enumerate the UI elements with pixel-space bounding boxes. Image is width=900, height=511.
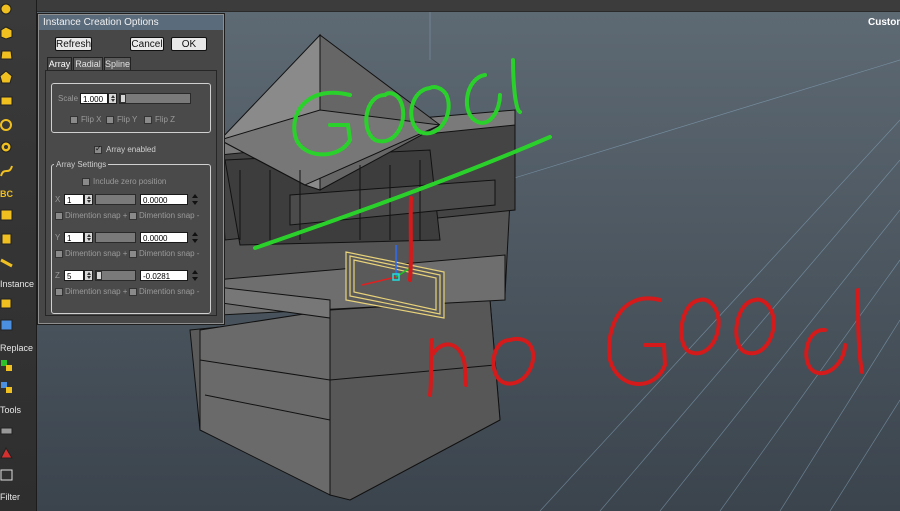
tab-array[interactable]: Array	[47, 57, 72, 70]
svg-text:BC: BC	[0, 189, 13, 199]
x-count-slider[interactable]	[95, 194, 136, 205]
scale-flip-group: Scale 1.000 Flip X Flip Y Flip Z	[51, 83, 211, 133]
shelf-section-instance: Instance	[0, 279, 35, 289]
flip-y-label: Flip Y	[117, 115, 138, 124]
layout-mode-label[interactable]: Custom	[868, 17, 900, 28]
flip-x-checkbox[interactable]	[70, 116, 78, 124]
x-count-input[interactable]: 1	[64, 194, 84, 205]
scale-slider[interactable]	[119, 93, 191, 104]
gear-icon[interactable]	[0, 140, 13, 154]
z-axis-label: Z	[55, 271, 60, 280]
cube-icon[interactable]	[0, 26, 13, 40]
flip-z-checkbox[interactable]	[144, 116, 152, 124]
z-offset-spinner[interactable]	[192, 270, 199, 281]
x-snap-minus-label: Dimention snap -	[139, 211, 200, 220]
y-count-input[interactable]: 1	[64, 232, 84, 243]
z-count-input[interactable]: 5	[64, 270, 84, 281]
z-count-slider-thumb[interactable]	[96, 271, 102, 280]
flip-y-checkbox[interactable]	[106, 116, 114, 124]
instance-array-icon[interactable]	[0, 318, 13, 332]
z-offset-input[interactable]: -0.0281	[140, 270, 188, 281]
scale-slider-thumb[interactable]	[120, 94, 126, 103]
include-zero-label: Include zero position	[93, 177, 167, 186]
plane-icon[interactable]	[0, 118, 13, 132]
torus-icon[interactable]	[0, 94, 13, 108]
y-count-slider[interactable]	[95, 232, 136, 243]
shelf-section-tools: Tools	[0, 405, 22, 415]
scale-input[interactable]: 1.000	[80, 93, 108, 104]
x-snap-plus-checkbox[interactable]	[55, 212, 63, 220]
replace-all-icon[interactable]	[0, 380, 13, 394]
scale-spinner[interactable]	[108, 93, 117, 104]
cone-icon[interactable]	[0, 70, 13, 84]
y-count-spinner[interactable]	[84, 232, 93, 243]
array-enabled-label: Array enabled	[106, 145, 156, 154]
cancel-button[interactable]: Cancel	[130, 37, 164, 51]
x-offset-spinner[interactable]	[192, 194, 199, 205]
cylinder-icon[interactable]	[0, 48, 13, 62]
z-snap-minus-checkbox[interactable]	[129, 288, 137, 296]
tool-icon[interactable]	[0, 422, 13, 436]
text-icon[interactable]: BC	[0, 186, 13, 200]
flip-x-label: Flip X	[81, 115, 102, 124]
array-settings-title: Array Settings	[54, 160, 109, 169]
z-count-slider[interactable]	[95, 270, 136, 281]
z-snap-minus-label: Dimention snap -	[139, 287, 200, 296]
y-snap-plus-checkbox[interactable]	[55, 250, 63, 258]
shelf-section-replace: Replace	[0, 343, 34, 353]
box-icon[interactable]	[0, 208, 13, 222]
tab-radial[interactable]: Radial	[73, 57, 103, 70]
sphere-icon[interactable]	[0, 2, 13, 16]
scale-label: Scale	[58, 94, 79, 103]
array-enabled-checkbox[interactable]	[94, 144, 102, 154]
x-axis-label: X	[55, 195, 61, 204]
y-snap-plus-label: Dimention snap +	[65, 249, 128, 258]
array-tab-panel: Scale 1.000 Flip X Flip Y Flip Z Array e…	[45, 70, 217, 316]
snake-icon[interactable]	[0, 256, 13, 270]
y-offset-spinner[interactable]	[192, 232, 199, 243]
y-snap-minus-checkbox[interactable]	[129, 250, 137, 258]
viewport-top-toolbar	[36, 0, 900, 12]
y-axis-label: Y	[55, 233, 61, 242]
replace-icon[interactable]	[0, 358, 13, 372]
instance-icon[interactable]	[0, 296, 13, 310]
instance-creation-options-dialog: Instance Creation Options Refresh Cancel…	[38, 14, 224, 324]
helix-icon[interactable]	[0, 232, 13, 246]
y-offset-input[interactable]: 0.0000	[140, 232, 188, 243]
ok-button[interactable]: OK	[171, 37, 207, 51]
z-count-spinner[interactable]	[84, 270, 93, 281]
x-snap-minus-checkbox[interactable]	[129, 212, 137, 220]
curve-icon[interactable]	[0, 164, 13, 178]
z-snap-plus-checkbox[interactable]	[55, 288, 63, 296]
flip-z-label: Flip Z	[155, 115, 175, 124]
left-tool-shelf: BC Instance Replace Tools Filter	[0, 0, 37, 511]
refresh-button[interactable]: Refresh	[55, 37, 92, 51]
swap-icon[interactable]	[0, 468, 13, 482]
array-settings-group: Array Settings Include zero position X 1…	[51, 160, 211, 314]
palette-icon[interactable]	[0, 446, 13, 460]
shelf-section-filter: Filter	[0, 492, 20, 502]
dialog-title[interactable]: Instance Creation Options	[39, 15, 223, 30]
y-snap-minus-label: Dimention snap -	[139, 249, 200, 258]
z-snap-plus-label: Dimention snap +	[65, 287, 128, 296]
include-zero-checkbox[interactable]	[82, 178, 90, 186]
x-snap-plus-label: Dimention snap +	[65, 211, 128, 220]
x-offset-input[interactable]: 0.0000	[140, 194, 188, 205]
x-count-spinner[interactable]	[84, 194, 93, 205]
tab-spline[interactable]: Spline	[104, 57, 131, 70]
